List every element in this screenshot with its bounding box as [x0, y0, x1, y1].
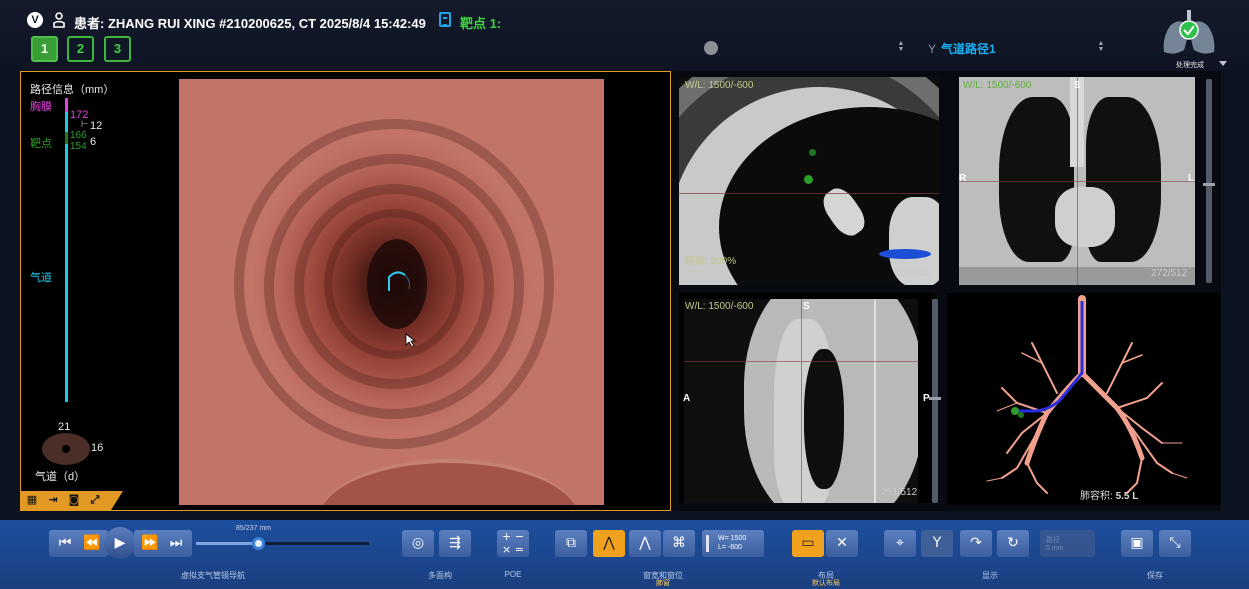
poe-icon[interactable]: + − × = — [497, 530, 529, 557]
window-icon[interactable]: ⧉ — [555, 530, 587, 557]
document-icon[interactable] — [439, 12, 451, 27]
logo-icon: V — [27, 12, 43, 28]
axial-slice: 169/340 — [895, 268, 932, 279]
airway-3d-view[interactable]: 肺容积: 5.5 L — [947, 293, 1221, 505]
airway-icon[interactable]: Y — [921, 530, 953, 557]
target-gap: 6 — [90, 136, 97, 148]
window-level-display[interactable]: W= 1500 L= -600 — [702, 530, 764, 557]
slider-value-label: 85/237 mm — [236, 525, 272, 532]
rotate-icon[interactable]: ↷ — [960, 530, 992, 557]
coronal-view[interactable]: W/L: 1500/-600 S R L 272/512 — [959, 77, 1195, 285]
poe-group-label: POE — [504, 570, 522, 579]
multiplanar-icon[interactable]: ◎ — [402, 530, 434, 557]
airway-path-select[interactable]: Y 气道路径1 — [928, 40, 996, 57]
tick-mark: ⊢ — [81, 119, 89, 129]
virtual-endoscopy-panel[interactable]: 路径信息（mm） 胸膜 172 ⊢ 12 靶点 166 6 154 气道 21 … — [20, 71, 671, 511]
multi-group-label: 多面构 — [428, 571, 452, 580]
path-width-value: 5 mm — [1046, 545, 1064, 552]
filter-icon: Y — [928, 42, 937, 56]
path-select-chevron-icon[interactable]: ▲ ▼ — [1097, 40, 1105, 53]
save-group-label: 保存 — [1147, 571, 1163, 580]
path-scale-bar — [65, 98, 68, 402]
sagittal-slice: 251/512 — [881, 487, 918, 498]
target-start: 154 — [70, 141, 87, 152]
airway-tree-graphic — [986, 295, 1188, 494]
target-label: 靶点 1: — [460, 16, 502, 31]
lung-volume-caption: 肺容积: — [1080, 491, 1113, 502]
axial-view[interactable]: W/L: 1500/-600 缩放: 300% 169/340 — [679, 77, 939, 285]
wl-bar-icon — [706, 535, 709, 552]
crosshair-icon[interactable]: ⌖ — [884, 530, 916, 557]
path-info-title: 路径信息（mm） — [30, 84, 115, 96]
patient-icon — [53, 12, 65, 28]
airway-label: 气道 — [30, 272, 52, 284]
lung-3d-icon[interactable]: ⌘ — [663, 530, 695, 557]
pleura-label: 胸膜 — [30, 101, 52, 113]
target-label-side: 靶点 — [30, 138, 52, 150]
pleura-gap: 12 — [90, 120, 103, 132]
sort-icon[interactable]: ▲ ▼ — [897, 40, 905, 53]
layout-icon[interactable]: ▭ — [792, 530, 824, 557]
window-group-sub: 肺窗 — [656, 580, 670, 587]
coronal-scrollbar[interactable] — [1203, 79, 1215, 283]
globe-icon[interactable] — [704, 41, 718, 55]
lung-volume-value: 5.5 L — [1115, 491, 1139, 502]
coronal-slice: 272/512 — [1151, 268, 1188, 279]
multiplanar-alt-icon[interactable]: ⇶ — [439, 530, 471, 557]
axial-wl: W/L: 1500/-600 — [685, 80, 754, 91]
airway-cross-section-icon — [42, 433, 90, 465]
endoscopy-view[interactable] — [179, 79, 604, 505]
expand-icon[interactable]: ⤢ — [89, 494, 101, 506]
target-segment — [65, 132, 68, 144]
step-2-button[interactable]: 2 — [67, 36, 94, 62]
path-direction-marker — [388, 271, 410, 291]
lung-check-icon[interactable] — [1158, 4, 1220, 58]
sagittal-top-orientation: S — [803, 301, 810, 312]
lung-view-icon[interactable]: ⋀ — [629, 530, 661, 557]
step-1-button[interactable]: 1 — [31, 36, 58, 62]
camera-icon[interactable]: ◙ — [68, 494, 80, 506]
path-select-value: 气道路径1 — [941, 42, 996, 56]
sagittal-left-orientation: A — [683, 393, 691, 404]
diameter-label: 气道（d） — [35, 471, 86, 483]
sagittal-view[interactable]: W/L: 1500/-600 S A P 251/512 — [679, 293, 935, 503]
display-group-label: 显示 — [982, 571, 998, 580]
rotate-right-icon[interactable]: ↻ — [997, 530, 1029, 557]
slider-fill — [196, 542, 259, 545]
coronal-top-orientation: S — [1074, 80, 1081, 91]
coronal-left-orientation: R — [959, 173, 967, 184]
header-bar: V 患者: ZHANG RUI XING #210200625, CT 2025… — [0, 0, 1249, 70]
sagittal-wl: W/L: 1500/-600 — [685, 301, 754, 312]
grid-icon[interactable]: ▦ — [26, 494, 38, 506]
step-3-button[interactable]: 3 — [104, 36, 131, 62]
path-width-field: 路径 5 mm — [1040, 530, 1095, 557]
screenshot-icon[interactable]: ▣ — [1121, 530, 1153, 557]
coronal-right-orientation: L — [1188, 173, 1195, 184]
lung-volume-label: 肺容积: 5.5 L — [1080, 487, 1138, 502]
chevron-down-icon[interactable] — [1219, 61, 1227, 66]
cursor-icon — [405, 333, 417, 348]
play-icon[interactable]: ▶ — [104, 527, 136, 559]
path-progress-slider[interactable] — [196, 537, 369, 550]
fullscreen-icon[interactable]: ⤡ — [1159, 530, 1191, 557]
coronal-wl: W/L: 1500/-600 — [963, 80, 1032, 91]
lung-window-icon[interactable]: ⋀ — [593, 530, 625, 557]
status-caption: 处理完成 — [1176, 62, 1204, 69]
skip-forward-icon[interactable]: ⏭ — [160, 530, 192, 557]
playback-group-label: 虚拟支气管镜导航 — [181, 571, 245, 580]
layout-alt-icon[interactable]: ✕ — [826, 530, 858, 557]
export-icon[interactable]: ⇥ — [47, 494, 59, 506]
diameter-right: 16 — [91, 442, 104, 454]
path-width-label: 路径 — [1046, 537, 1060, 544]
pleura-segment — [65, 98, 68, 112]
wl-w-value: W= 1500 — [718, 535, 747, 542]
endoscopy-toolbar: ▦ ⇥ ◙ ⤢ — [21, 491, 123, 510]
wl-l-value: L= -600 — [718, 544, 742, 551]
sagittal-scrollbar[interactable] — [929, 299, 941, 503]
axial-zoom: 缩放: 300% — [685, 256, 737, 267]
patient-title: 患者: ZHANG RUI XING #210200625, CT 2025/8… — [74, 16, 426, 31]
target-distance: 166 — [70, 130, 87, 141]
layout-group-sub: 默认布局 — [812, 580, 840, 587]
ct-views: W/L: 1500/-600 缩放: 300% 169/340 W/L: 150… — [671, 71, 1221, 511]
